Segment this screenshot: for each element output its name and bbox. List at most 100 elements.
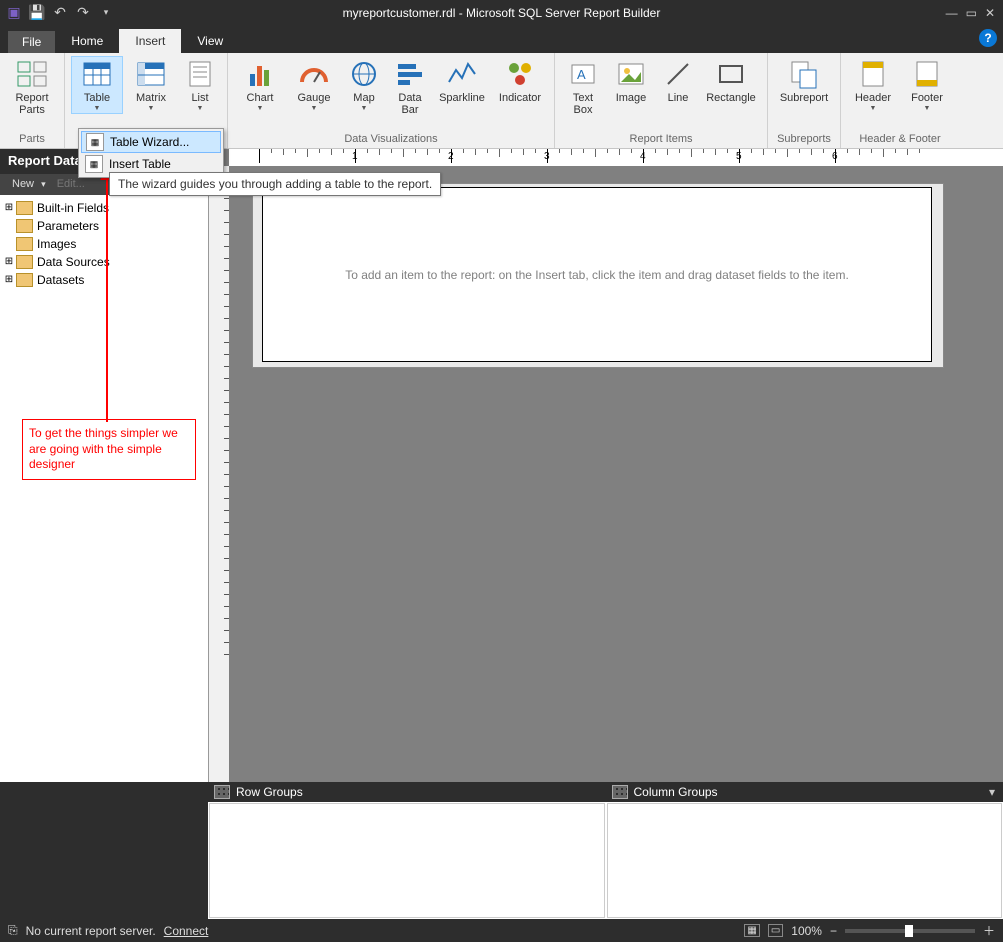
redo-button[interactable]: ↷	[73, 3, 93, 23]
chevron-down-icon: ▼	[924, 105, 931, 112]
map-icon	[348, 58, 380, 90]
table-icon	[81, 58, 113, 90]
zoom-slider[interactable]	[845, 929, 975, 933]
placeholder-text: To add an item to the report: on the Ins…	[345, 268, 849, 282]
image-button[interactable]: Image	[607, 56, 655, 106]
chevron-down-icon: ▼	[148, 105, 155, 112]
data-bar-button[interactable]: Data Bar	[388, 56, 432, 118]
subreport-icon	[788, 58, 820, 90]
group-parts: Report Parts Parts	[0, 53, 65, 148]
header-button[interactable]: Header▼	[847, 56, 899, 114]
edit-button[interactable]: Edit...	[53, 176, 89, 193]
rectangle-icon	[715, 58, 747, 90]
sparkline-button[interactable]: Sparkline	[434, 56, 490, 106]
new-button[interactable]: New ▾	[4, 176, 50, 193]
server-icon: ⎘	[8, 923, 18, 938]
groups-header: Row Groups Column Groups ▾	[208, 782, 1003, 802]
sparkline-icon	[446, 58, 478, 90]
group-header-footer: Header▼ Footer▼ Header & Footer	[841, 53, 959, 148]
minimize-button[interactable]: —	[946, 6, 958, 20]
list-button[interactable]: List ▼	[179, 56, 221, 114]
table-wizard-icon: ▦	[86, 133, 104, 151]
map-button[interactable]: Map▼	[342, 56, 386, 114]
horizontal-ruler: 123456	[229, 149, 1003, 167]
annotation-arrow	[106, 177, 108, 422]
group-data-visualizations: Chart▼ Gauge▼ Map▼ Data Bar Sparkline In…	[228, 53, 555, 148]
indicator-button[interactable]: Indicator	[492, 56, 548, 106]
line-icon	[662, 58, 694, 90]
matrix-button[interactable]: Matrix ▼	[125, 56, 177, 114]
indicator-icon	[504, 58, 536, 90]
file-tab[interactable]: File	[8, 31, 55, 53]
row-groups-header[interactable]: Row Groups	[208, 782, 606, 802]
app-icon: ▣	[4, 3, 24, 23]
tree-item-datasources[interactable]: ⊞Data Sources	[2, 253, 206, 271]
vertical-ruler	[209, 166, 230, 782]
footer-button[interactable]: Footer▼	[901, 56, 953, 114]
zoom-level[interactable]: 100%	[791, 924, 822, 938]
folder-icon	[16, 255, 33, 269]
chevron-down-icon: ▼	[94, 105, 101, 112]
connect-link[interactable]: Connect	[164, 924, 209, 938]
tooltip: The wizard guides you through adding a t…	[109, 172, 441, 196]
status-message: No current report server.	[26, 924, 156, 938]
chevron-down-icon[interactable]: ▾	[989, 785, 1003, 799]
view-icon-2[interactable]: ▭	[768, 924, 783, 937]
undo-button[interactable]: ↶	[50, 3, 70, 23]
header-icon	[857, 58, 889, 90]
report-parts-icon	[16, 58, 48, 90]
chart-button[interactable]: Chart▼	[234, 56, 286, 114]
qat-dropdown-icon[interactable]: ▾	[96, 3, 116, 23]
text-box-button[interactable]: AText Box	[561, 56, 605, 118]
gauge-button[interactable]: Gauge▼	[288, 56, 340, 114]
status-bar: ⎘ No current report server. Connect ▦ ▭ …	[0, 919, 1003, 942]
title-bar: ▣ 💾 ↶ ↷ ▾ myreportcustomer.rdl - Microso…	[0, 0, 1003, 25]
insert-tab[interactable]: Insert	[119, 29, 181, 53]
help-button[interactable]: ?	[979, 29, 997, 47]
chevron-down-icon: ▼	[257, 105, 264, 112]
design-surface[interactable]: 123456 To add an item to the report: on …	[209, 149, 1003, 782]
tree-item-datasets[interactable]: ⊞Datasets	[2, 271, 206, 289]
image-icon	[615, 58, 647, 90]
data-bar-icon	[394, 58, 426, 90]
text-box-icon: A	[567, 58, 599, 90]
column-groups-panel[interactable]	[607, 803, 1003, 918]
group-subreports: Subreport Subreports	[768, 53, 841, 148]
footer-icon	[911, 58, 943, 90]
table-wizard-menuitem[interactable]: ▦ Table Wizard...	[81, 131, 221, 153]
row-groups-panel[interactable]	[209, 803, 605, 918]
subreport-button[interactable]: Subreport	[774, 56, 834, 106]
report-data-tree: ⊞Built-in Fields ⊞Parameters ⊞Images ⊞Da…	[0, 195, 208, 293]
chevron-down-icon: ▼	[197, 105, 204, 112]
rectangle-button[interactable]: Rectangle	[701, 56, 761, 106]
view-icon-1[interactable]: ▦	[744, 924, 759, 937]
line-button[interactable]: Line	[657, 56, 699, 106]
chevron-down-icon: ▼	[870, 105, 877, 112]
column-groups-header[interactable]: Column Groups ▾	[606, 782, 1003, 802]
svg-text:A: A	[577, 67, 586, 82]
folder-icon	[16, 237, 33, 251]
tree-item-builtin[interactable]: ⊞Built-in Fields	[2, 199, 206, 217]
zoom-in-button[interactable]: ＋	[983, 922, 995, 939]
insert-table-icon: ▦	[85, 155, 103, 173]
chevron-down-icon: ▼	[311, 105, 318, 112]
save-icon[interactable]: 💾	[27, 3, 47, 23]
annotation-box: To get the things simpler we are going w…	[22, 419, 196, 480]
tree-item-parameters[interactable]: ⊞Parameters	[2, 217, 206, 235]
home-tab[interactable]: Home	[55, 29, 119, 53]
matrix-icon	[135, 58, 167, 90]
tree-item-images[interactable]: ⊞Images	[2, 235, 206, 253]
chevron-down-icon: ▼	[361, 105, 368, 112]
gauge-icon	[298, 58, 330, 90]
view-tab[interactable]: View	[181, 29, 239, 53]
chart-icon	[244, 58, 276, 90]
close-button[interactable]: ✕	[985, 6, 995, 20]
zoom-out-button[interactable]: −	[830, 924, 837, 938]
group-report-items: AText Box Image Line Rectangle Report It…	[555, 53, 768, 148]
list-icon	[184, 58, 216, 90]
table-button[interactable]: Table ▼	[71, 56, 123, 114]
report-body[interactable]: To add an item to the report: on the Ins…	[262, 187, 932, 362]
maximize-button[interactable]: ▭	[966, 6, 977, 20]
window-title: myreportcustomer.rdl - Microsoft SQL Ser…	[0, 6, 1003, 20]
report-parts-button[interactable]: Report Parts	[6, 56, 58, 118]
